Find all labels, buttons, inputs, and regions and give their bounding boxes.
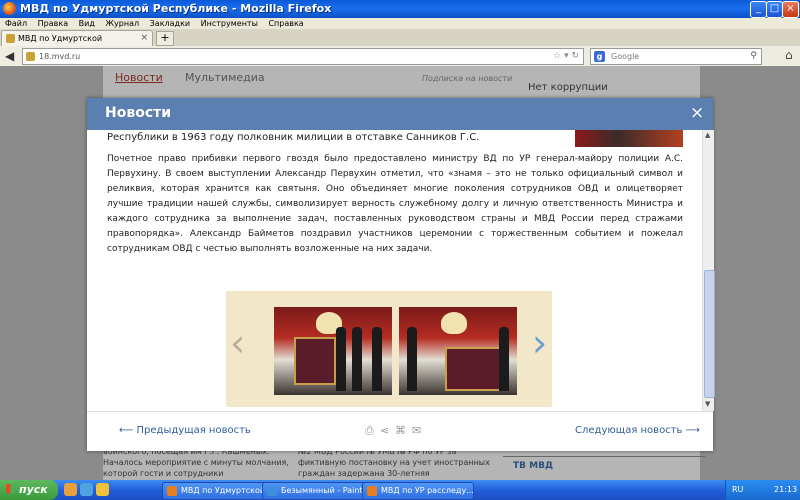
start-button[interactable]: пуск bbox=[0, 480, 58, 500]
search-icon[interactable]: ⚲ bbox=[750, 49, 757, 64]
paint-icon bbox=[267, 486, 277, 496]
windows-taskbar: пуск МВД по Удмуртской ... Безымянный - … bbox=[0, 480, 800, 500]
url-bar[interactable]: 18.mvd.ru ☆ ▾ ↻ bbox=[22, 48, 584, 65]
firefox-icon bbox=[3, 2, 16, 15]
prev-arrow-icon: ⟵ bbox=[119, 425, 134, 436]
firefox-icon bbox=[367, 486, 377, 496]
site-favicon-icon bbox=[6, 34, 15, 43]
menu-edit[interactable]: Правка bbox=[38, 19, 68, 28]
new-tab-button[interactable]: + bbox=[156, 31, 174, 46]
search-bar[interactable]: g Google ⚲ bbox=[590, 48, 762, 65]
window-titlebar: МВД по Удмуртской Республике - Mozilla F… bbox=[0, 0, 800, 18]
window-title: МВД по Удмуртской Республике - Mozilla F… bbox=[20, 2, 332, 15]
language-indicator[interactable]: RU bbox=[732, 480, 743, 500]
tab-close-button[interactable]: × bbox=[140, 31, 148, 46]
share-icon[interactable]: ⋖ bbox=[380, 424, 395, 437]
menu-bookmarks[interactable]: Закладки bbox=[150, 19, 190, 28]
tab-strip: МВД по Удмуртской Республике × + bbox=[0, 29, 800, 58]
next-news-link[interactable]: Следующая новость ⟶ bbox=[575, 425, 700, 436]
gallery-prev-arrow-icon[interactable]: ‹ bbox=[230, 323, 245, 363]
windows-logo-icon bbox=[6, 484, 15, 493]
menu-view[interactable]: Вид bbox=[79, 19, 95, 28]
firefox-icon bbox=[167, 486, 177, 496]
next-arrow-icon: ⟶ bbox=[685, 425, 700, 436]
scrollbar-thumb[interactable] bbox=[704, 270, 715, 398]
firefox-quicklaunch-icon[interactable] bbox=[64, 483, 77, 496]
gallery-thumbnail[interactable] bbox=[274, 307, 392, 395]
url-text: 18.mvd.ru bbox=[39, 52, 81, 61]
mail-icon[interactable]: ✉ bbox=[412, 424, 427, 437]
start-label: пуск bbox=[19, 483, 48, 496]
menu-file[interactable]: Файл bbox=[5, 19, 27, 28]
bookmark-star-icon[interactable]: ☆ ▾ ↻ bbox=[553, 49, 579, 64]
search-placeholder: Google bbox=[611, 52, 640, 61]
maximize-button[interactable]: □ bbox=[766, 1, 783, 18]
clock: 21:13 bbox=[774, 485, 798, 494]
close-window-button[interactable]: × bbox=[782, 1, 799, 18]
google-icon[interactable]: g bbox=[594, 51, 605, 62]
bg-tab-multimedia[interactable]: Мультимедиа bbox=[185, 71, 265, 84]
taskbar-button-firefox-2[interactable]: МВД по УР расследу... bbox=[362, 482, 474, 500]
share-icons: ⎙⋖⌘✉ bbox=[365, 424, 427, 438]
folder-quicklaunch-icon[interactable] bbox=[96, 483, 109, 496]
taskbar-button-paint[interactable]: Безымянный - Paint bbox=[262, 482, 374, 500]
next-news-label: Следующая новость bbox=[575, 425, 683, 436]
modal-scrollbar[interactable]: ▲ ▼ bbox=[702, 130, 715, 411]
previous-news-label: Предыдущая новость bbox=[136, 425, 251, 436]
previous-news-link[interactable]: ⟵ Предыдущая новость bbox=[119, 425, 251, 436]
gallery-thumbnail[interactable] bbox=[399, 307, 517, 395]
gallery-next-arrow-icon[interactable]: › bbox=[532, 323, 547, 363]
print-icon[interactable]: ⎙ bbox=[365, 424, 380, 437]
modal-body: Республики в 1963 году полковник милиции… bbox=[87, 130, 713, 411]
ie-quicklaunch-icon[interactable] bbox=[80, 483, 93, 496]
tab-mvd[interactable]: МВД по Удмуртской Республике × bbox=[1, 30, 153, 58]
bg-tab-news[interactable]: Новости bbox=[115, 71, 163, 84]
taskbar-button-firefox[interactable]: МВД по Удмуртской ... bbox=[162, 482, 274, 500]
menu-help[interactable]: Справка bbox=[268, 19, 303, 28]
bg-subscribe-link[interactable]: Подписка на новости bbox=[422, 74, 512, 83]
article-photo bbox=[575, 130, 683, 147]
article-paragraph: Почетное право прибивки первого гвоздя б… bbox=[107, 154, 683, 254]
news-modal: Новости × Республики в 1963 году полковн… bbox=[87, 98, 715, 452]
minimize-button[interactable]: _ bbox=[750, 1, 767, 18]
menu-bar: Файл Правка Вид Журнал Закладки Инструме… bbox=[0, 18, 800, 29]
modal-header: Новости × bbox=[87, 98, 713, 130]
bg-tv-label[interactable]: ТВ МВД bbox=[503, 456, 705, 475]
system-tray: RU 21:13 bbox=[725, 480, 800, 500]
menu-tools[interactable]: Инструменты bbox=[201, 19, 258, 28]
bg-right-link[interactable]: Нет коррупции bbox=[528, 82, 608, 93]
tag-icon[interactable]: ⌘ bbox=[395, 424, 412, 437]
modal-footer: ⟵ Предыдущая новость ⎙⋖⌘✉ Следующая ново… bbox=[87, 411, 713, 452]
article-lead-line: Республики в 1963 году полковник милиции… bbox=[107, 132, 480, 143]
back-arrow-icon[interactable]: ◀ bbox=[5, 49, 14, 63]
menu-history[interactable]: Журнал bbox=[105, 19, 139, 28]
background-tabs: Новости Мультимедиа bbox=[115, 71, 265, 84]
modal-title: Новости bbox=[105, 105, 172, 121]
photo-gallery: ‹ › bbox=[226, 291, 552, 407]
url-favicon-icon bbox=[26, 52, 35, 61]
home-icon[interactable]: ⌂ bbox=[785, 48, 793, 62]
navigation-bar: ◀ 18.mvd.ru ☆ ▾ ↻ g Google ⚲ ⌂ bbox=[0, 46, 800, 67]
modal-close-icon[interactable]: × bbox=[690, 104, 704, 122]
